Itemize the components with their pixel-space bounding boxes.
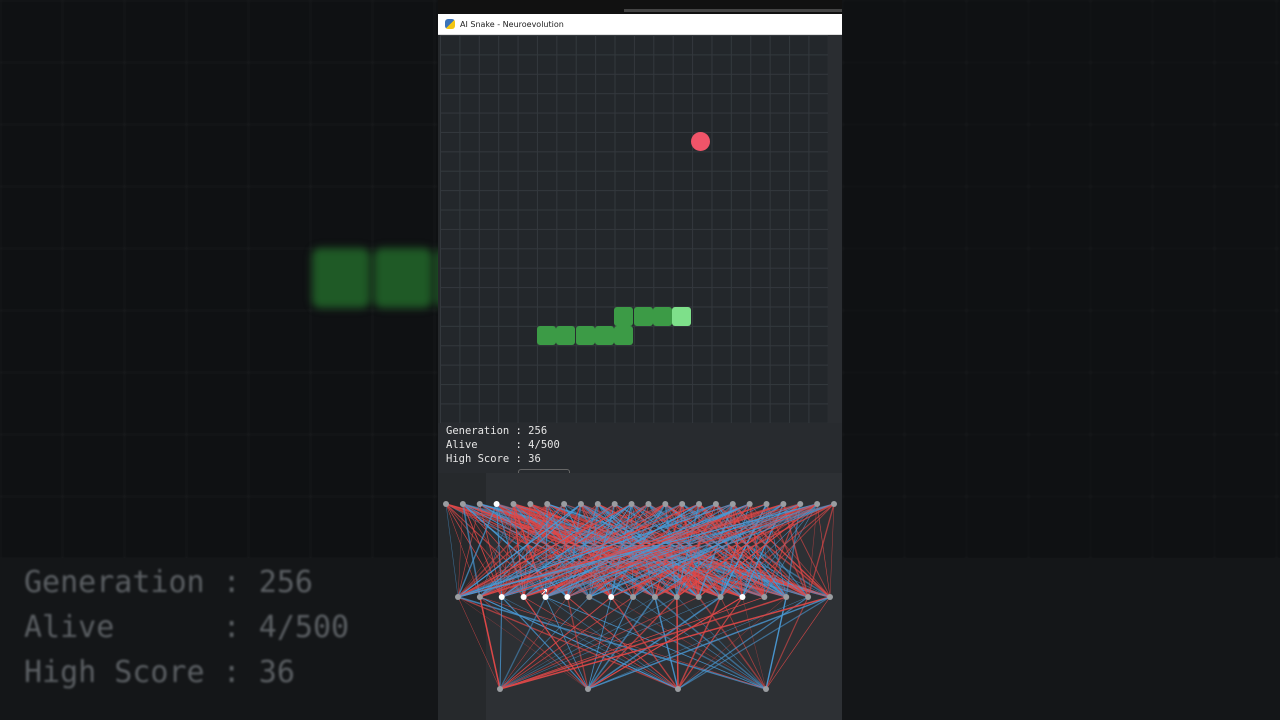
snake-segment xyxy=(556,326,575,345)
python-icon xyxy=(445,19,455,29)
connection xyxy=(501,596,679,690)
neuron xyxy=(695,594,702,600)
board-margin xyxy=(828,35,842,423)
connection xyxy=(765,596,787,690)
neuron xyxy=(476,594,483,600)
connection xyxy=(677,596,722,690)
neuron xyxy=(831,501,837,507)
neuron xyxy=(679,501,686,507)
connection xyxy=(499,596,677,690)
snake-segment xyxy=(614,326,633,345)
neuron xyxy=(763,686,769,692)
neuron xyxy=(805,594,812,600)
high-score-label: High Score : 36 xyxy=(446,453,541,465)
network-graph xyxy=(443,501,837,692)
neuron xyxy=(662,501,669,507)
neuron xyxy=(527,501,534,507)
connection xyxy=(765,596,809,690)
neuron xyxy=(761,594,768,600)
top-bar xyxy=(438,0,842,14)
neuron xyxy=(564,594,571,600)
neuron xyxy=(717,594,724,600)
neuron xyxy=(561,501,568,507)
neuron xyxy=(712,501,719,507)
neuron xyxy=(476,501,483,507)
neuron xyxy=(645,501,652,507)
neuron xyxy=(443,501,449,507)
snake-segment xyxy=(576,326,595,345)
neuron xyxy=(611,501,618,507)
generation-label: Generation : 256 xyxy=(446,425,548,437)
neuron xyxy=(520,594,527,600)
neuron xyxy=(739,594,746,600)
background-stats: Generation : 256 Alive : 4/500 High Score … xyxy=(24,565,350,690)
neuron xyxy=(544,501,551,507)
snake-segment xyxy=(595,326,614,345)
connection xyxy=(499,596,831,690)
neuron xyxy=(814,501,821,507)
food xyxy=(691,132,710,151)
connection xyxy=(499,596,765,690)
neuron xyxy=(651,594,658,600)
background-left: Generation : 256 Alive : 4/500 High Score … xyxy=(0,0,438,720)
neuron xyxy=(586,594,593,600)
background-panel xyxy=(842,558,1280,720)
connection xyxy=(499,596,503,690)
app-window: AI Snake - Neuroevolution Generation : 2… xyxy=(438,14,842,720)
neuron xyxy=(628,501,635,507)
neuron xyxy=(455,594,461,600)
neuron xyxy=(594,501,601,507)
neuron xyxy=(673,594,680,600)
background-snake xyxy=(312,248,438,310)
neuron xyxy=(585,686,591,692)
neuron xyxy=(608,594,615,600)
neuron xyxy=(780,501,787,507)
snake-segment xyxy=(537,326,556,345)
alive-label: Alive : 4/500 xyxy=(446,439,560,451)
neuron xyxy=(493,501,500,507)
neuron xyxy=(827,594,833,600)
neural-network-view: ↗ xyxy=(438,473,842,720)
neuron xyxy=(696,501,703,507)
neuron xyxy=(459,501,466,507)
neuron xyxy=(763,501,770,507)
neuron xyxy=(630,594,637,600)
neuron xyxy=(729,501,736,507)
neuron xyxy=(497,686,503,692)
connection xyxy=(816,503,831,598)
neuron xyxy=(783,594,790,600)
snake-segment xyxy=(653,307,672,326)
title-bar[interactable]: AI Snake - Neuroevolution xyxy=(438,14,842,35)
connection xyxy=(676,596,679,690)
stats-panel: Generation : 256 Alive : 4/500 High Scor… xyxy=(438,423,842,473)
neuron xyxy=(797,501,804,507)
connection xyxy=(807,503,835,598)
snake-segment xyxy=(614,307,633,326)
mouse-cursor: ↗ xyxy=(540,587,549,598)
snake-segment xyxy=(634,307,653,326)
game-board xyxy=(440,35,828,423)
scrollbar xyxy=(624,9,842,12)
neuron xyxy=(675,686,681,692)
connection xyxy=(499,596,699,690)
connection xyxy=(457,596,501,690)
neuron xyxy=(498,594,505,600)
neuron xyxy=(510,501,517,507)
background-right xyxy=(842,0,1280,720)
neuron xyxy=(577,501,584,507)
window-title: AI Snake - Neuroevolution xyxy=(460,19,564,29)
snake-head xyxy=(672,307,691,326)
connection xyxy=(445,503,459,598)
neuron xyxy=(746,501,753,507)
